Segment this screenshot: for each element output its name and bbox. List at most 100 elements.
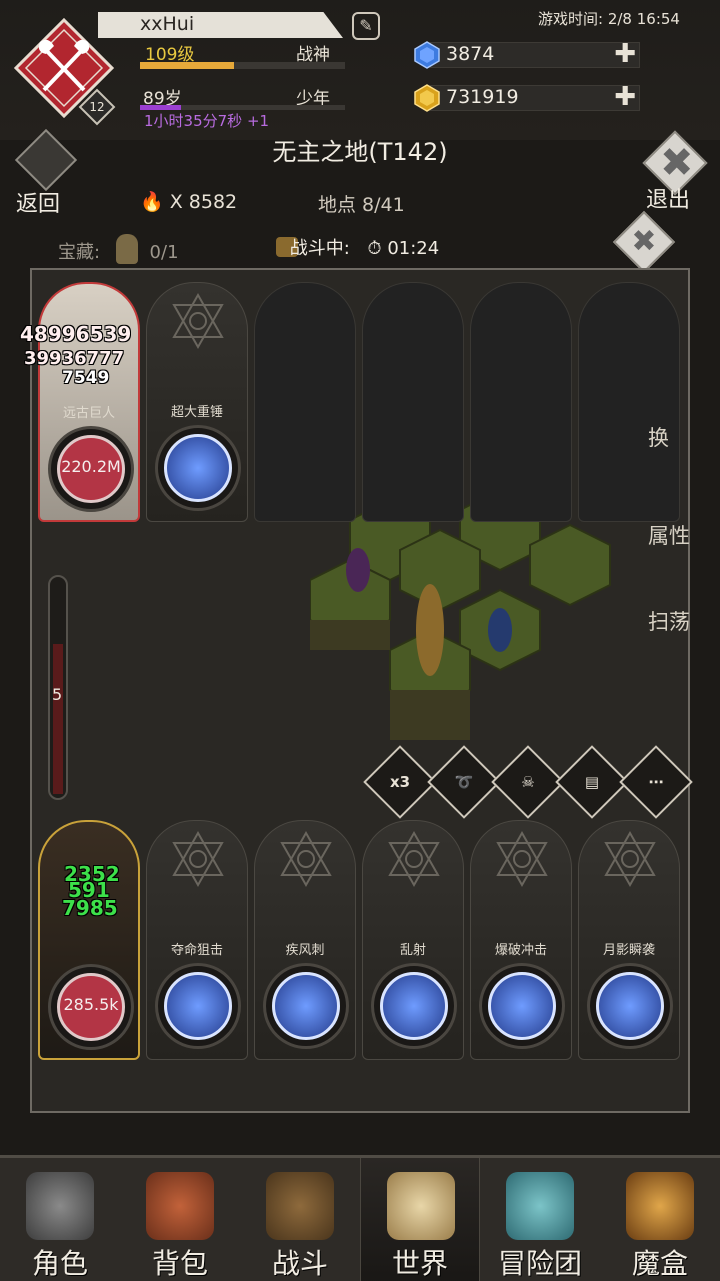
gem-resource: 3874 ✚ (412, 40, 642, 70)
tab-adventure-group[interactable]: 冒险团 (480, 1158, 600, 1281)
close-icon: ✖ (631, 224, 657, 259)
treasure-label: 宝藏: (58, 242, 101, 263)
tab-battle[interactable]: 战斗 (240, 1158, 360, 1281)
tab-backpack[interactable]: 背包 (120, 1158, 240, 1281)
battle-timer: 01:24 (387, 238, 440, 259)
skill-icon (479, 963, 565, 1049)
enemy-card[interactable]: 远古巨人 220.2M (38, 282, 140, 522)
treasure-counter: 宝藏: 0/1 (58, 234, 179, 264)
skill-card[interactable]: 285.5k (38, 820, 140, 1060)
gauge-fill (53, 644, 63, 794)
treasure-count: 0/1 (149, 242, 179, 263)
tab-character[interactable]: 角色 (0, 1158, 120, 1281)
back-label: 返回 (16, 192, 61, 217)
heal-number: 7985 (62, 896, 118, 920)
clock-icon: ⏱ (367, 238, 382, 259)
age-timer: 1小时35分7秒 +1 (144, 112, 270, 130)
hexagram-icon (496, 830, 548, 888)
tab-label: 魔盒 (631, 1247, 688, 1280)
hexagram-icon (604, 830, 656, 888)
energy-gauge: 5 (48, 575, 68, 800)
tab-label: 世界 (391, 1247, 448, 1280)
skill-card[interactable]: 爆破冲击 (470, 820, 572, 1060)
tab-world[interactable]: 世界 (360, 1158, 480, 1281)
skill-card[interactable]: 乱射 (362, 820, 464, 1060)
add-gold-button[interactable]: ✚ (614, 84, 636, 110)
sweep-button[interactable]: 扫荡 (648, 606, 720, 636)
ally-piece-icon (488, 608, 512, 652)
close-battle-button[interactable]: ✖ (612, 210, 676, 274)
hexagram-icon (280, 830, 332, 888)
skill-icon (587, 963, 673, 1049)
battle-status-label: 战斗中: (289, 238, 350, 259)
backpack-icon (146, 1172, 214, 1240)
gold-count: 731919 (446, 86, 519, 108)
card-name: 爆破冲击 (494, 943, 547, 958)
add-gems-button[interactable]: ✚ (614, 41, 636, 67)
tab-label: 角色 (31, 1247, 88, 1280)
skill-orb-core (596, 972, 664, 1040)
skill-orb-core (164, 972, 232, 1040)
game-time: 游戏时间: 2/8 16:54 (538, 10, 680, 28)
skill-orb-core (488, 972, 556, 1040)
health-value: 220.2M (61, 457, 121, 476)
player-name: xxHui (140, 13, 195, 35)
skill-icon (155, 963, 241, 1049)
skill-orb-core (272, 972, 340, 1040)
tab-label: 背包 (151, 1247, 208, 1280)
exit-button[interactable]: ✖ 退出 (640, 130, 716, 218)
magic-box-icon (626, 1172, 694, 1240)
skill-card[interactable]: 疾风刺 (254, 820, 356, 1060)
card-name: 月影瞬袭 (602, 943, 655, 958)
enemy-piece-icon (346, 548, 370, 592)
enemy-card (470, 282, 572, 522)
torch-counter: 🔥 X 8582 (140, 190, 237, 213)
player-piece-icon (416, 584, 444, 676)
exit-label: 退出 (646, 188, 691, 213)
card-name: 乱射 (399, 943, 426, 958)
enemy-card[interactable]: 超大重锤 (146, 282, 248, 522)
skill-card[interactable]: 月影瞬袭 (578, 820, 680, 1060)
back-button[interactable]: 返回 (10, 128, 80, 218)
damage-number: 7549 (62, 368, 110, 388)
speed-label: x3 (389, 773, 411, 791)
enemy-card (578, 282, 680, 522)
damage-number: 48996539 (20, 322, 132, 346)
sword-shield-icon (266, 1172, 334, 1240)
log-icon: ▤ (584, 773, 600, 791)
hexagram-icon (172, 292, 224, 350)
damage-number: 39936777 (24, 348, 125, 369)
bottom-nav: 角色 背包 战斗 世界 冒险团 魔盒 (0, 1155, 720, 1281)
back-arrow-icon (14, 128, 78, 192)
gold-resource: 731919 ✚ (412, 83, 642, 113)
card-name: 远古巨人 (62, 406, 115, 421)
swap-button[interactable]: 换 (648, 422, 720, 452)
health-orb: 285.5k (48, 964, 134, 1050)
skill-icon (371, 963, 457, 1049)
helmet-icon (115, 234, 138, 264)
gold-icon (414, 84, 440, 112)
skill-orb-core (164, 434, 232, 502)
torch-count: X 8582 (169, 191, 238, 213)
level-progress-fill (140, 62, 235, 69)
card-name: 超大重锤 (170, 405, 223, 420)
gem-icon (414, 41, 440, 69)
skill-card[interactable]: 夺命狙击 (146, 820, 248, 1060)
tab-magic-box[interactable]: 魔盒 (600, 1158, 720, 1281)
health-orb: 220.2M (48, 426, 134, 512)
locations-counter: 地点 8/41 (318, 194, 405, 216)
attributes-button[interactable]: 属性 (648, 520, 720, 550)
castle-icon (506, 1172, 574, 1240)
auto-icon: ➰ (454, 773, 474, 791)
map-title: 无主之地(T142) (272, 138, 448, 166)
skill-orb-core (380, 972, 448, 1040)
chat-icon: ⋯ (648, 773, 664, 791)
gem-count: 3874 (446, 43, 495, 65)
hexagram-icon (172, 830, 224, 888)
battle-status: 战斗中: ⏱ 01:24 (276, 234, 439, 260)
tab-label: 战斗 (271, 1247, 328, 1280)
card-name: 疾风刺 (285, 943, 325, 958)
helmet-icon (26, 1172, 94, 1240)
player-name-plate: xxHui (98, 12, 343, 38)
edit-name-icon[interactable]: ✎ (352, 12, 380, 40)
